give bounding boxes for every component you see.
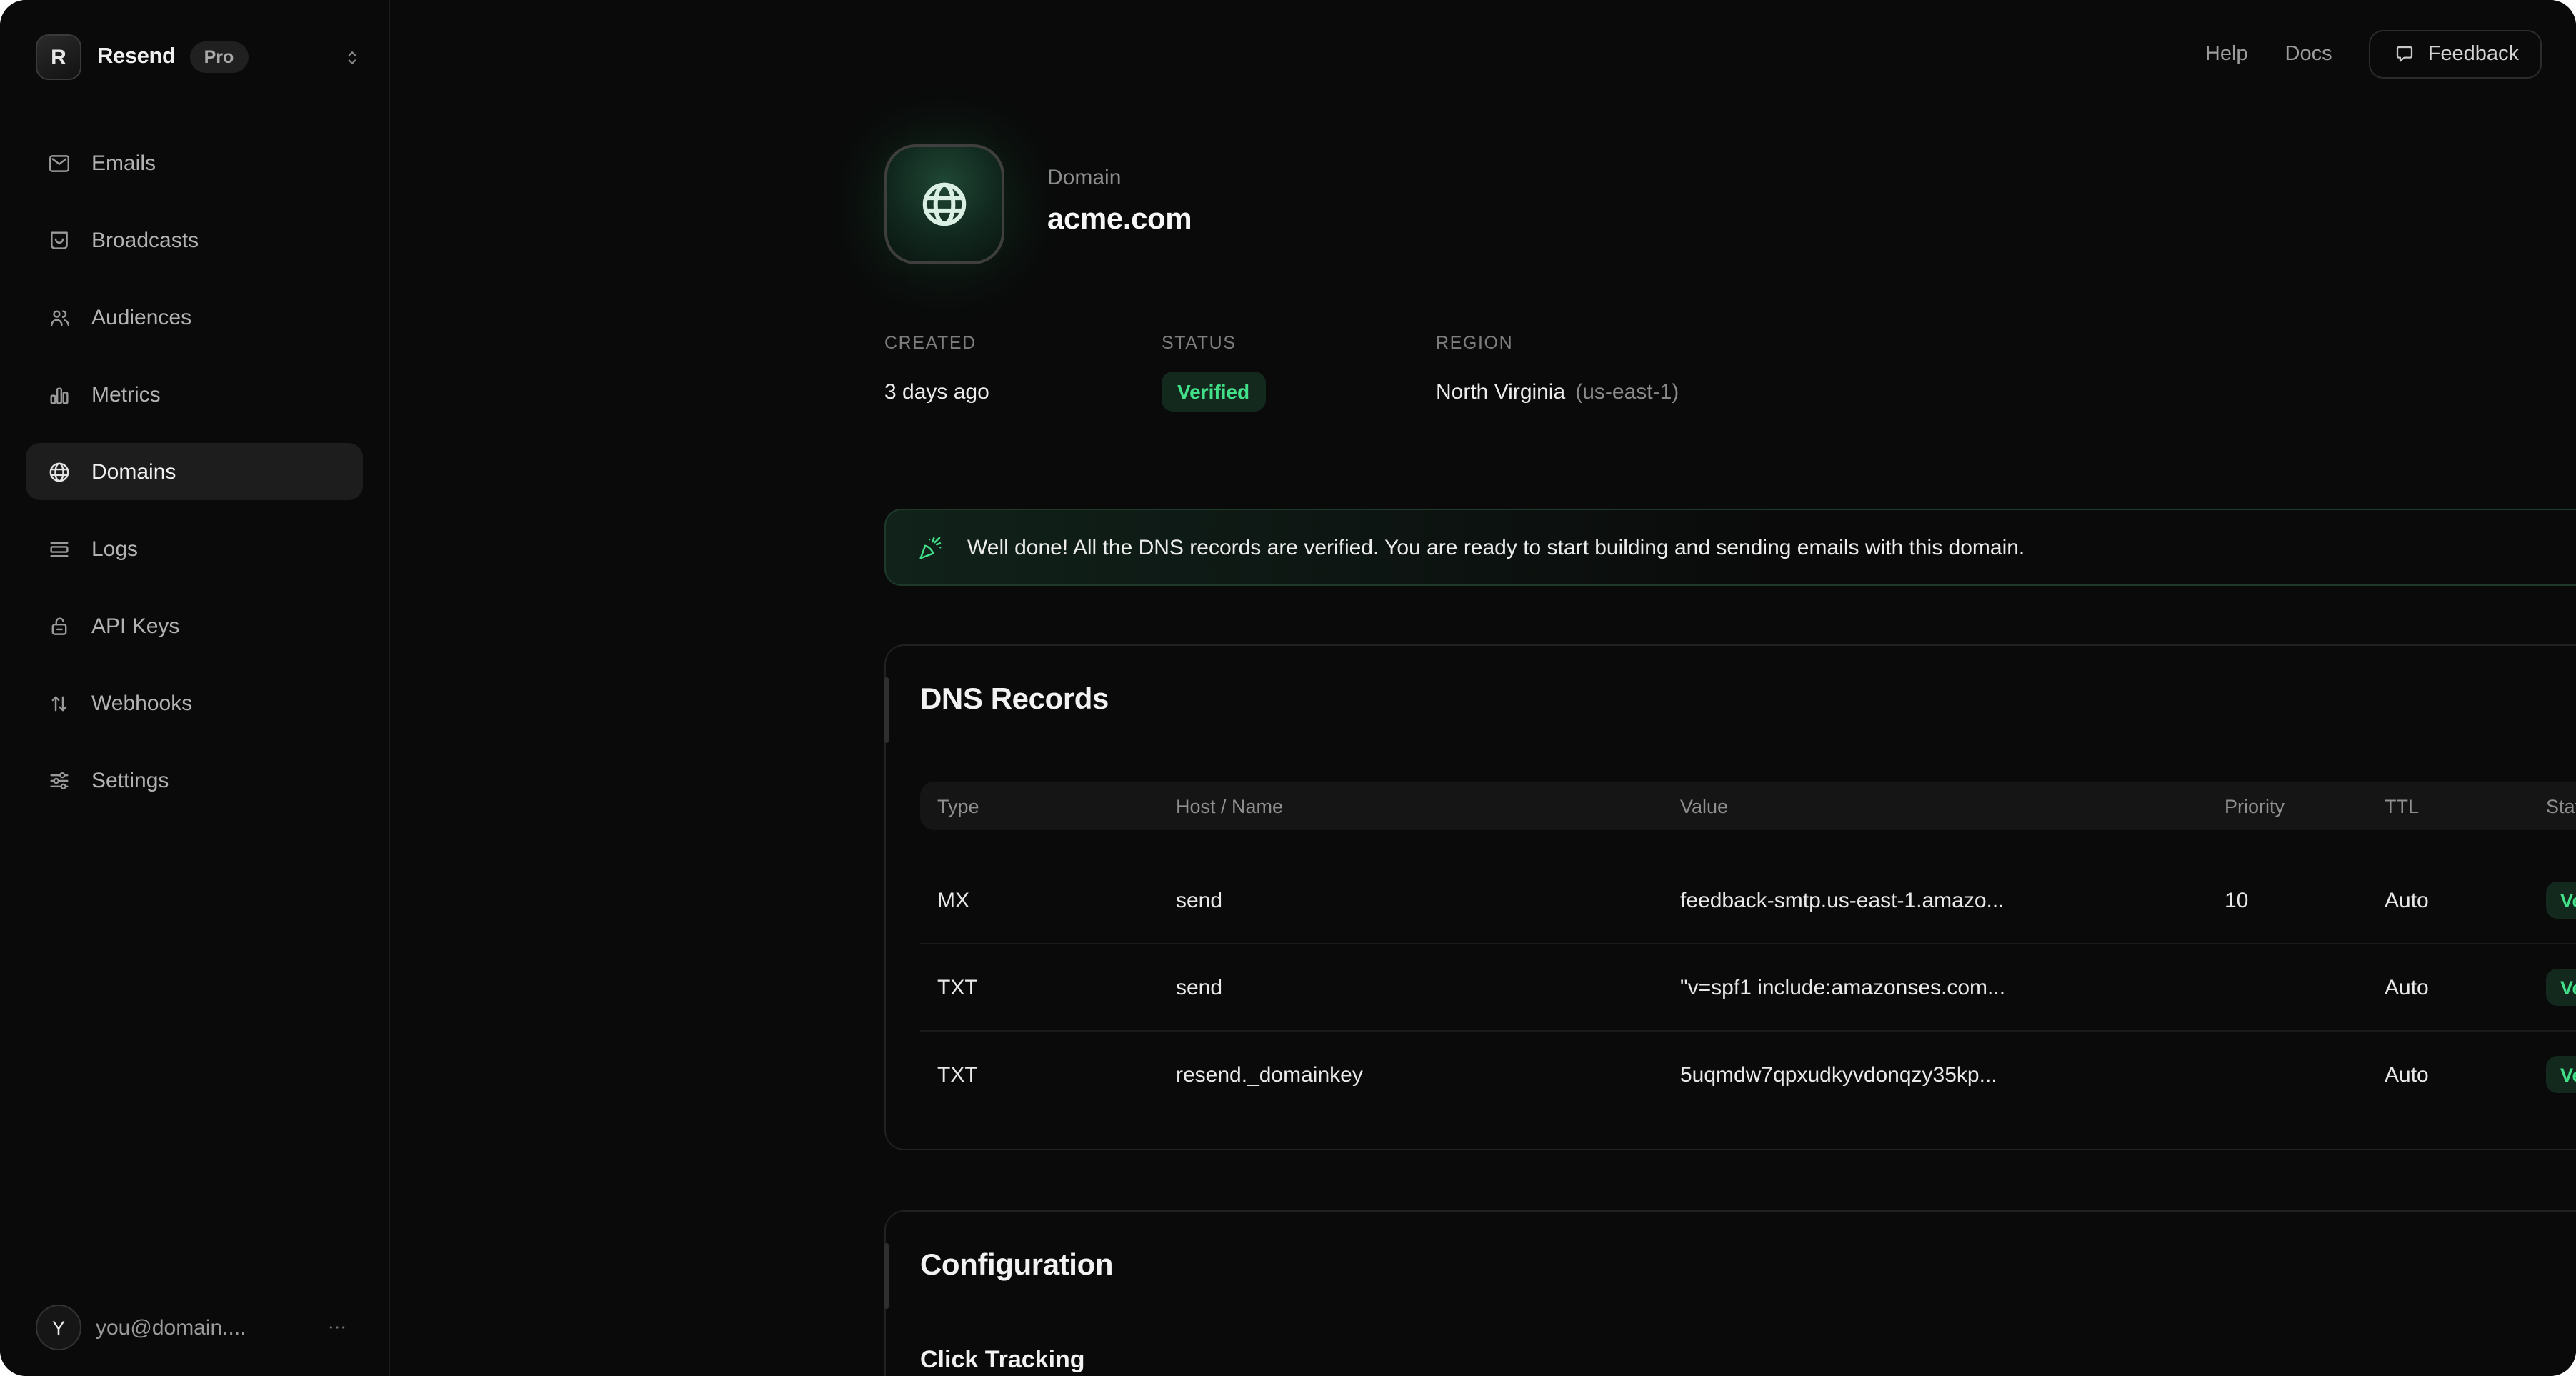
arrows-up-down-icon — [47, 691, 71, 715]
section-anchor-bar — [884, 677, 889, 743]
sidebar-item-label: Audiences — [91, 305, 191, 329]
sidebar-item-logs[interactable]: Logs — [26, 520, 363, 577]
sidebar-item-label: Domains — [91, 459, 176, 484]
user-email: you@domain.... — [96, 1315, 246, 1340]
domain-label: Domain — [1047, 166, 1192, 190]
globe-icon — [917, 177, 972, 231]
col-priority: Priority — [2207, 795, 2367, 817]
table-row[interactable]: TXT resend._domainkey 5uqmdw7qpxudkyvdon… — [920, 1032, 2576, 1117]
status-badge: Verified — [1162, 372, 1265, 412]
meta-region: REGION North Virginia (us-east-1) — [1436, 333, 1679, 412]
cell-value: "v=spf1 include:amazonses.com... — [1663, 975, 2207, 999]
chevron-up-down-icon — [341, 46, 363, 68]
region-code: (us-east-1) — [1575, 379, 1679, 404]
workspace-switcher[interactable]: R Resend Pro — [36, 29, 363, 86]
sidebar-item-api-keys[interactable]: API Keys — [26, 597, 363, 654]
logo-letter: R — [51, 45, 66, 69]
created-value: 3 days ago — [884, 372, 1162, 412]
table-header: Type Host / Name Value Priority TTL Stat… — [920, 782, 2576, 830]
bar-chart-icon — [47, 382, 71, 407]
cell-host: send — [1159, 888, 1663, 912]
cell-type: TXT — [920, 1062, 1159, 1087]
rows-icon — [47, 537, 71, 561]
meta-status: STATUS Verified — [1162, 333, 1436, 412]
section-anchor-bar — [884, 1243, 889, 1309]
col-value: Value — [1663, 795, 2207, 817]
cell-ttl: Auto — [2367, 975, 2529, 999]
sidebar-item-emails[interactable]: Emails — [26, 134, 363, 191]
page-title: acme.com — [1047, 203, 1192, 237]
success-banner: Well done! All the DNS records are verif… — [884, 509, 2576, 586]
verified-badge: Verified — [2546, 1056, 2576, 1093]
table-row[interactable]: TXT send "v=spf1 include:amazonses.com..… — [920, 944, 2576, 1032]
sidebar-item-label: Broadcasts — [91, 228, 199, 252]
mail-icon — [47, 151, 71, 175]
sidebar-item-label: Logs — [91, 537, 138, 561]
dns-records-card: DNS Records Type Host / Name Value Prior… — [884, 644, 2576, 1150]
avatar: Y — [36, 1305, 81, 1350]
sidebar-item-label: API Keys — [91, 614, 179, 638]
cell-type: MX — [920, 888, 1159, 912]
click-tracking-label: Click Tracking — [920, 1346, 2576, 1375]
avatar-letter: Y — [52, 1317, 65, 1338]
cell-ttl: Auto — [2367, 888, 2529, 912]
banner-message: Well done! All the DNS records are verif… — [967, 535, 2025, 559]
col-host: Host / Name — [1159, 795, 1663, 817]
workspace-name: Resend — [97, 44, 176, 70]
plan-badge: Pro — [190, 41, 249, 73]
table-body: MX send feedback-smtp.us-east-1.amazo...… — [920, 857, 2576, 1117]
sliders-icon — [47, 768, 71, 792]
region-value: North Virginia — [1436, 379, 1565, 404]
app-window: R Resend Pro Emails Broadcasts Audiences… — [0, 0, 2576, 1376]
col-ttl: TTL — [2367, 795, 2529, 817]
created-label: CREATED — [884, 333, 1162, 353]
table-row[interactable]: MX send feedback-smtp.us-east-1.amazo...… — [920, 857, 2576, 944]
user-menu[interactable]: Y you@domain.... — [36, 1299, 349, 1356]
verified-badge: Verified — [2546, 882, 2576, 919]
sidebar-item-metrics[interactable]: Metrics — [26, 366, 363, 423]
sidebar-item-label: Settings — [91, 768, 169, 792]
sidebar-item-domains[interactable]: Domains — [26, 443, 363, 500]
domain-heading: Domain acme.com — [1047, 166, 1192, 237]
domain-meta-row: CREATED 3 days ago STATUS Verified REGIO… — [884, 333, 1679, 412]
cell-host: resend._domainkey — [1159, 1062, 1663, 1087]
verified-badge: Verified — [2546, 969, 2576, 1006]
cell-priority: 10 — [2207, 888, 2367, 912]
dns-records-title: DNS Records — [920, 680, 2576, 720]
sidebar: R Resend Pro Emails Broadcasts Audiences… — [0, 0, 390, 1376]
lock-icon — [47, 614, 71, 638]
region-label: REGION — [1436, 333, 1679, 353]
sidebar-item-label: Emails — [91, 151, 156, 175]
sidebar-item-label: Metrics — [91, 382, 161, 407]
resend-logo: R — [36, 34, 81, 80]
col-status: Status — [2529, 795, 2576, 817]
cell-type: TXT — [920, 975, 1159, 999]
broadcast-icon — [47, 228, 71, 252]
configuration-card: Configuration Click Tracking — [884, 1210, 2576, 1376]
sidebar-item-settings[interactable]: Settings — [26, 752, 363, 809]
sidebar-item-label: Webhooks — [91, 691, 192, 715]
cell-value: feedback-smtp.us-east-1.amazo... — [1663, 888, 2207, 912]
status-label: STATUS — [1162, 333, 1436, 353]
users-icon — [47, 305, 71, 329]
cell-host: send — [1159, 975, 1663, 999]
sidebar-item-webhooks[interactable]: Webhooks — [26, 674, 363, 732]
cell-ttl: Auto — [2367, 1062, 2529, 1087]
globe-icon — [47, 459, 71, 484]
col-type: Type — [920, 795, 1159, 817]
sidebar-item-broadcasts[interactable]: Broadcasts — [26, 211, 363, 269]
cell-value: 5uqmdw7qpxudkyvdonqzy35kp... — [1663, 1062, 2207, 1087]
configuration-title: Configuration — [920, 1246, 2576, 1286]
domain-page: Domain acme.com API A CREATED 3 days ago — [884, 0, 2576, 1376]
main-content: Help Docs Feedback Domain acme.com API A — [390, 0, 2576, 1376]
domain-icon-tile — [884, 144, 1004, 264]
sidebar-item-audiences[interactable]: Audiences — [26, 289, 363, 346]
party-popper-icon — [917, 534, 944, 561]
ellipsis-icon[interactable] — [326, 1316, 349, 1339]
sidebar-nav: Emails Broadcasts Audiences Metrics Doma… — [26, 134, 363, 829]
meta-created: CREATED 3 days ago — [884, 333, 1162, 412]
